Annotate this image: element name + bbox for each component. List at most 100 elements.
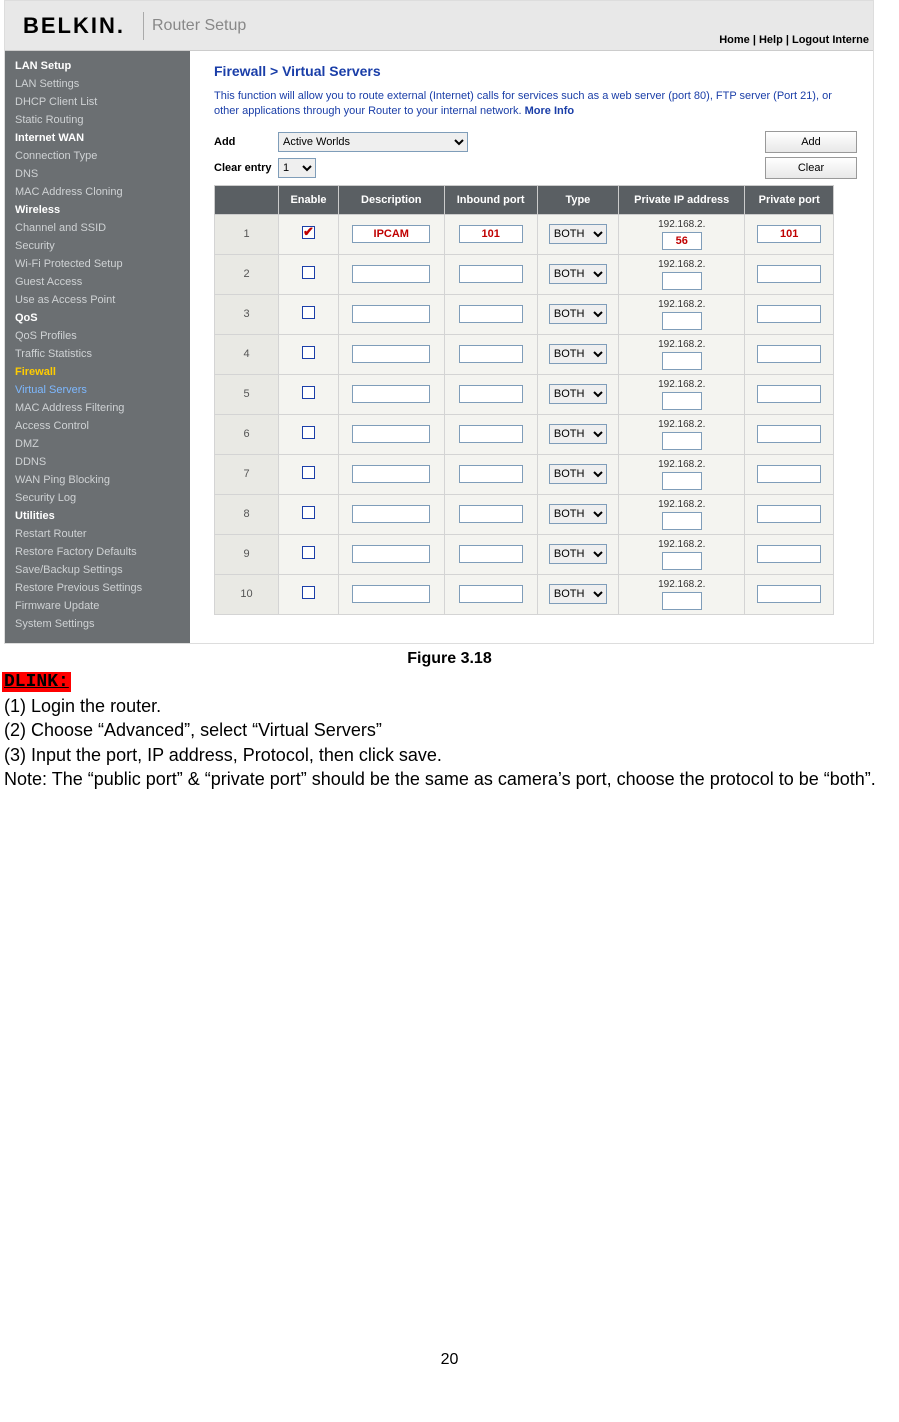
enable-checkbox[interactable]: [302, 306, 315, 319]
type-select[interactable]: BOTH: [549, 224, 607, 244]
enable-checkbox[interactable]: [302, 466, 315, 479]
description-input[interactable]: [352, 265, 430, 283]
inbound-port-input[interactable]: [459, 265, 523, 283]
description-input[interactable]: [352, 585, 430, 603]
sidebar-item[interactable]: Virtual Servers: [5, 381, 190, 399]
top-links[interactable]: Home | Help | Logout Interne: [719, 34, 869, 46]
type-select[interactable]: BOTH: [549, 544, 607, 564]
private-port-input[interactable]: [757, 225, 821, 243]
enable-checkbox[interactable]: [302, 226, 315, 239]
description-input[interactable]: [352, 345, 430, 363]
private-port-input[interactable]: [757, 265, 821, 283]
sidebar-item[interactable]: Access Control: [5, 417, 190, 435]
clear-button[interactable]: Clear: [765, 157, 857, 179]
clear-select[interactable]: 1: [278, 158, 316, 178]
type-select[interactable]: BOTH: [549, 584, 607, 604]
sidebar-item[interactable]: Traffic Statistics: [5, 345, 190, 363]
description-input[interactable]: [352, 465, 430, 483]
type-select[interactable]: BOTH: [549, 504, 607, 524]
inbound-port-input[interactable]: [459, 585, 523, 603]
enable-checkbox[interactable]: [302, 386, 315, 399]
sidebar-item[interactable]: Save/Backup Settings: [5, 561, 190, 579]
private-ip-input[interactable]: [662, 312, 702, 330]
private-port-input[interactable]: [757, 385, 821, 403]
enable-checkbox[interactable]: [302, 426, 315, 439]
private-port-input[interactable]: [757, 305, 821, 323]
private-ip-input[interactable]: [662, 232, 702, 250]
private-ip-input[interactable]: [662, 392, 702, 410]
sidebar-item[interactable]: WAN Ping Blocking: [5, 471, 190, 489]
table-row: 9BOTH192.168.2.: [215, 534, 834, 574]
enable-checkbox[interactable]: [302, 546, 315, 559]
type-select[interactable]: BOTH: [549, 464, 607, 484]
description-input[interactable]: [352, 305, 430, 323]
sidebar-item[interactable]: MAC Address Cloning: [5, 183, 190, 201]
sidebar-item[interactable]: Guest Access: [5, 273, 190, 291]
enable-checkbox[interactable]: [302, 346, 315, 359]
type-select[interactable]: BOTH: [549, 264, 607, 284]
private-port-input[interactable]: [757, 465, 821, 483]
private-ip-input[interactable]: [662, 552, 702, 570]
enable-checkbox[interactable]: [302, 586, 315, 599]
ip-prefix: 192.168.2.: [623, 459, 740, 470]
sidebar-item[interactable]: DNS: [5, 165, 190, 183]
add-select[interactable]: Active Worlds: [278, 132, 468, 152]
inbound-port-input[interactable]: [459, 505, 523, 523]
add-button[interactable]: Add: [765, 131, 857, 153]
private-ip-input[interactable]: [662, 272, 702, 290]
page-number: 20: [0, 1351, 899, 1369]
sidebar-item[interactable]: Security Log: [5, 489, 190, 507]
enable-checkbox[interactable]: [302, 266, 315, 279]
more-info-link[interactable]: More Info: [525, 105, 575, 117]
private-ip-input[interactable]: [662, 352, 702, 370]
sidebar-item[interactable]: Use as Access Point: [5, 291, 190, 309]
private-ip-input[interactable]: [662, 592, 702, 610]
sidebar-item[interactable]: Wi-Fi Protected Setup: [5, 255, 190, 273]
sidebar-item[interactable]: Restart Router: [5, 525, 190, 543]
ip-prefix: 192.168.2.: [623, 299, 740, 310]
private-port-input[interactable]: [757, 545, 821, 563]
sidebar-item[interactable]: Connection Type: [5, 147, 190, 165]
description-input[interactable]: [352, 385, 430, 403]
type-select[interactable]: BOTH: [549, 304, 607, 324]
inbound-port-input[interactable]: [459, 425, 523, 443]
sidebar-item[interactable]: Firmware Update: [5, 597, 190, 615]
description-input[interactable]: [352, 425, 430, 443]
inbound-port-input[interactable]: [459, 545, 523, 563]
sidebar-item[interactable]: QoS Profiles: [5, 327, 190, 345]
private-ip-input[interactable]: [662, 432, 702, 450]
private-ip-input[interactable]: [662, 512, 702, 530]
inbound-port-input[interactable]: [459, 305, 523, 323]
private-port-input[interactable]: [757, 505, 821, 523]
sidebar-item[interactable]: Restore Previous Settings: [5, 579, 190, 597]
enable-checkbox[interactable]: [302, 506, 315, 519]
description-input[interactable]: [352, 505, 430, 523]
add-label: Add: [214, 136, 278, 148]
type-select[interactable]: BOTH: [549, 424, 607, 444]
sidebar-item[interactable]: Restore Factory Defaults: [5, 543, 190, 561]
row-index: 4: [215, 334, 279, 374]
sidebar-item[interactable]: MAC Address Filtering: [5, 399, 190, 417]
sidebar-item[interactable]: Channel and SSID: [5, 219, 190, 237]
sidebar-item[interactable]: DDNS: [5, 453, 190, 471]
inbound-port-input[interactable]: [459, 225, 523, 243]
type-select[interactable]: BOTH: [549, 384, 607, 404]
sidebar-item[interactable]: DMZ: [5, 435, 190, 453]
private-port-input[interactable]: [757, 585, 821, 603]
inbound-port-input[interactable]: [459, 465, 523, 483]
sidebar-item[interactable]: Security: [5, 237, 190, 255]
private-ip-input[interactable]: [662, 472, 702, 490]
description-input[interactable]: [352, 545, 430, 563]
instruction-3: (3) Input the port, IP address, Protocol…: [0, 743, 899, 767]
sidebar-item[interactable]: LAN Settings: [5, 75, 190, 93]
sidebar-item[interactable]: System Settings: [5, 615, 190, 633]
description-input[interactable]: [352, 225, 430, 243]
inbound-port-input[interactable]: [459, 345, 523, 363]
sidebar-item[interactable]: Static Routing: [5, 111, 190, 129]
private-port-input[interactable]: [757, 345, 821, 363]
sidebar-item[interactable]: Firewall: [5, 363, 190, 381]
type-select[interactable]: BOTH: [549, 344, 607, 364]
sidebar-item[interactable]: DHCP Client List: [5, 93, 190, 111]
inbound-port-input[interactable]: [459, 385, 523, 403]
private-port-input[interactable]: [757, 425, 821, 443]
